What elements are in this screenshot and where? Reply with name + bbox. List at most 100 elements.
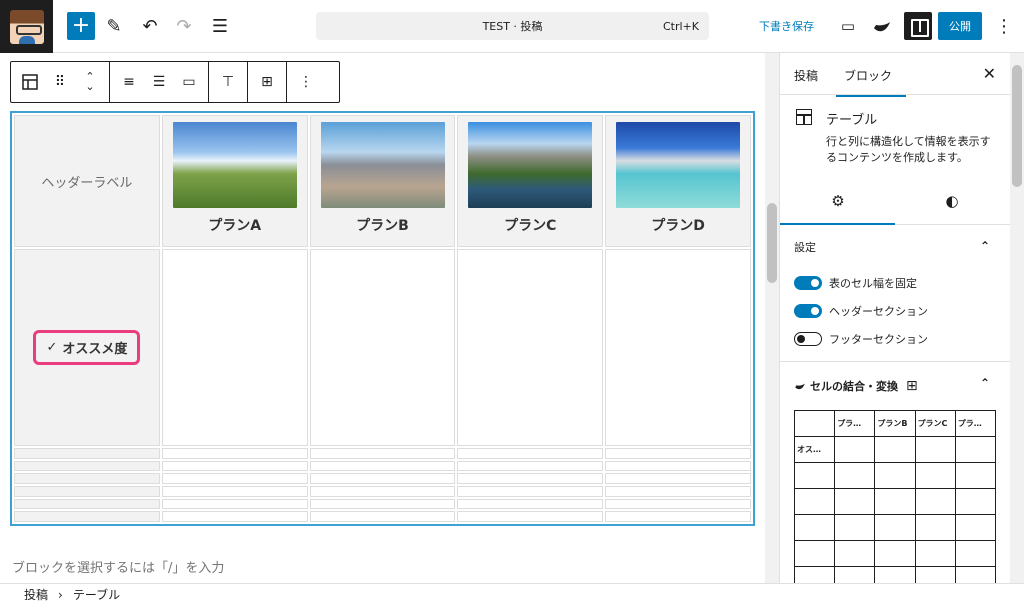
more-vertical-icon[interactable]: ⋮: [990, 12, 1018, 40]
styles-icon[interactable]: ◐: [942, 192, 962, 212]
mini-cell[interactable]: [874, 488, 916, 515]
table-cell[interactable]: [309, 460, 456, 472]
mini-cell[interactable]: [914, 488, 956, 515]
table-cell[interactable]: [457, 249, 604, 447]
mini-cell[interactable]: [834, 514, 876, 541]
publish-button[interactable]: 公開: [938, 12, 982, 40]
row-header-cell[interactable]: ✓ オススメ度: [14, 249, 160, 447]
row-header-cell[interactable]: [14, 473, 160, 484]
align-icon[interactable]: ≡: [114, 67, 144, 97]
table-cell[interactable]: [457, 498, 604, 510]
pen-icon[interactable]: ✎: [100, 12, 128, 40]
mini-cell[interactable]: [954, 488, 997, 515]
caption-icon[interactable]: ▭: [174, 67, 204, 97]
table-cell[interactable]: [457, 473, 604, 484]
table-block[interactable]: ヘッダーラベル プランA プランB プランC プランD ✓ オススメ度: [10, 111, 755, 526]
settings-panel-header[interactable]: 設定 ⌃: [780, 225, 1010, 269]
plan-header-cell[interactable]: プランC: [457, 115, 604, 247]
breadcrumb-current[interactable]: テーブル: [73, 586, 120, 603]
row-header-cell[interactable]: [14, 486, 160, 497]
table-cell[interactable]: [605, 511, 751, 522]
mini-cell[interactable]: [834, 436, 876, 463]
cell-merge-header[interactable]: セルの結合・変換 ⊞ ⌃: [780, 362, 1010, 410]
settings-panel-icon[interactable]: [904, 12, 932, 40]
scrollbar-thumb[interactable]: [1012, 65, 1022, 187]
scrollbar-thumb[interactable]: [767, 203, 777, 283]
table-cell[interactable]: [457, 486, 604, 497]
toggle-switch[interactable]: [794, 304, 822, 318]
row-header-cell[interactable]: [14, 448, 160, 459]
edit-table-icon[interactable]: ⊞: [252, 67, 282, 97]
table-cell[interactable]: [161, 511, 308, 522]
mini-cell[interactable]: [874, 566, 916, 583]
redo-icon[interactable]: ↷: [170, 12, 198, 40]
mini-cell[interactable]: [954, 462, 997, 489]
desktop-preview-icon[interactable]: ▭: [834, 12, 862, 40]
toggle-switch[interactable]: [794, 276, 822, 290]
undo-icon[interactable]: ↶: [136, 12, 164, 40]
block-theme-icon[interactable]: [868, 12, 896, 40]
mini-cell[interactable]: [914, 462, 956, 489]
mini-cell[interactable]: [914, 436, 956, 463]
table-block-icon[interactable]: [15, 67, 45, 97]
table-cell[interactable]: [161, 448, 308, 459]
mini-cell[interactable]: [793, 410, 836, 437]
table-cell[interactable]: [161, 460, 308, 472]
table-cell[interactable]: [605, 249, 751, 447]
table-cell[interactable]: [309, 486, 456, 497]
table-cell[interactable]: [605, 473, 751, 484]
plan-header-cell[interactable]: プランD: [605, 115, 751, 247]
mini-cell[interactable]: [874, 436, 916, 463]
move-up-down-icon[interactable]: ⌃ ⌄: [75, 67, 105, 97]
mini-cell[interactable]: [914, 566, 956, 583]
save-draft-button[interactable]: 下書き保存: [759, 18, 814, 34]
sidebar-scrollbar[interactable]: [1010, 53, 1024, 583]
table-cell[interactable]: [605, 448, 751, 459]
table-cell[interactable]: [605, 498, 751, 510]
mini-cell[interactable]: [954, 540, 997, 567]
toggle-header-section[interactable]: ヘッダーセクション: [780, 297, 1010, 325]
mini-cell[interactable]: [834, 540, 876, 567]
tab-post[interactable]: 投稿: [794, 67, 818, 84]
mini-cell[interactable]: [793, 488, 836, 515]
add-block-button[interactable]: +: [67, 12, 95, 40]
breadcrumb-root[interactable]: 投稿: [24, 586, 48, 603]
table-cell[interactable]: [161, 498, 308, 510]
site-icon-button[interactable]: [0, 0, 53, 53]
tab-block[interactable]: ブロック: [836, 67, 907, 97]
table-cell[interactable]: [161, 486, 308, 497]
mini-cell[interactable]: プラ…: [834, 410, 876, 437]
mini-cell[interactable]: プランB: [874, 410, 916, 437]
table-cell[interactable]: [309, 511, 456, 522]
mini-cell[interactable]: プランC: [914, 410, 956, 437]
row-header-cell[interactable]: [14, 498, 160, 510]
command-palette-bar[interactable]: TEST · 投稿 Ctrl+K: [316, 12, 709, 40]
mini-cell[interactable]: [954, 566, 997, 583]
mini-cell[interactable]: [914, 540, 956, 567]
mini-cell[interactable]: [793, 514, 836, 541]
toggle-footer-section[interactable]: フッターセクション: [780, 325, 1010, 353]
table-cell[interactable]: [161, 249, 308, 447]
table-cell[interactable]: [161, 473, 308, 484]
text-align-icon[interactable]: ☰: [144, 67, 174, 97]
mini-cell[interactable]: [793, 566, 836, 583]
editor-scrollbar[interactable]: [765, 53, 779, 583]
plan-header-cell[interactable]: プランB: [309, 115, 456, 247]
plan-header-cell[interactable]: プランA: [161, 115, 308, 247]
toggle-switch[interactable]: [794, 332, 822, 346]
gear-icon[interactable]: ⚙: [828, 192, 848, 212]
mini-cell[interactable]: オス…: [793, 436, 836, 463]
mini-cell[interactable]: [793, 540, 836, 567]
mini-cell[interactable]: [834, 462, 876, 489]
row-header-cell[interactable]: [14, 511, 160, 522]
list-view-icon[interactable]: ☰: [206, 12, 234, 40]
table-cell[interactable]: [457, 460, 604, 472]
toggle-fixed-width[interactable]: 表のセル幅を固定: [780, 269, 1010, 297]
mini-cell[interactable]: [834, 566, 876, 583]
close-icon[interactable]: ✕: [983, 64, 996, 83]
table-cell[interactable]: [457, 511, 604, 522]
table-cell[interactable]: [457, 448, 604, 459]
table-cell[interactable]: [309, 473, 456, 484]
options-icon[interactable]: ⋮: [291, 67, 321, 97]
row-header-cell[interactable]: [14, 460, 160, 472]
